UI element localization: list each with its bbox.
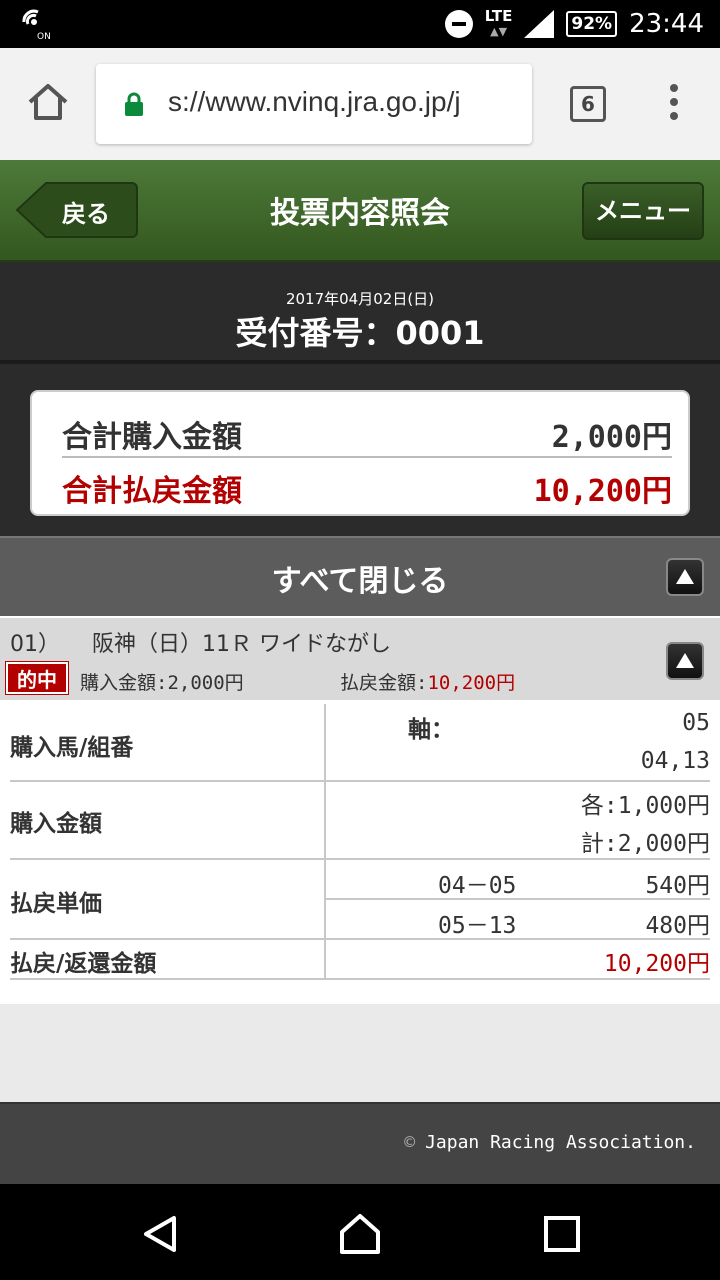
battery-level: 92% (571, 14, 613, 34)
bet-purchase-label: 購入金額: (80, 672, 168, 694)
amount-label: 購入金額 (10, 811, 102, 837)
summary-card: 合計購入金額 2,000円 合計払戻金額 10,200円 (30, 390, 690, 516)
horses-label: 購入馬/組番 (10, 735, 134, 761)
receipt-panel: 2017年04月02日(日) 受付番号：0001 合計購入金額 2,000円 合… (0, 262, 720, 536)
table-row: 払戻単価 04－05 540円 05－13 480円 (10, 860, 710, 940)
bet-race-info: 01） 阪神（日）11Ｒ ワイドながし (10, 626, 391, 658)
total-purchase-value: 2,000円 (551, 420, 672, 455)
axis-value: 05 (682, 710, 710, 736)
unit-combo-2: 05－13 (438, 913, 517, 939)
signal-icon (524, 10, 555, 38)
url-text[interactable]: s://www.nvinq.jra.go.jp/j (168, 86, 461, 118)
svg-text:ON: ON (37, 32, 51, 40)
total-payout-value: 10,200円 (533, 474, 672, 509)
close-all-bar[interactable]: すべて閉じる (0, 536, 720, 616)
page-background (0, 1004, 720, 1102)
status-bar: ON LTE ▲▼ 92% 23:44 (0, 0, 720, 48)
system-nav-bar (0, 1184, 720, 1280)
bet-table: 購入馬/組番 軸： 05 04,13 購入金額 各:1,000円 計:2,000… (10, 704, 710, 980)
axis-label: 軸： (408, 717, 454, 743)
bet-race-name: 阪神（日）11Ｒ ワイドながし (92, 632, 391, 657)
divider (0, 360, 720, 364)
bet-payout-value: 10,200円 (427, 672, 516, 694)
refund-value: 10,200円 (603, 951, 710, 977)
table-row: 購入馬/組番 軸： 05 04,13 (10, 704, 710, 782)
network-type: LTE ▲▼ (484, 7, 513, 39)
copyright-icon: © (404, 1132, 416, 1153)
hit-badge: 的中 (5, 661, 69, 695)
refund-label: 払戻/返還金額 (10, 951, 157, 977)
bet-purchase: 購入金額:2,000円 (80, 668, 244, 695)
total-purchase-row: 合計購入金額 2,000円 (62, 404, 672, 458)
recents-nav-icon[interactable] (540, 1212, 584, 1256)
partner-horses: 04,13 (640, 748, 710, 774)
collapse-bet-button[interactable] (666, 642, 704, 680)
bet-payout: 払戻金額:10,200円 (340, 668, 515, 695)
unit-combo-1: 04－05 (438, 873, 517, 899)
total-payout-row: 合計払戻金額 10,200円 (62, 458, 672, 512)
receipt-date: 2017年04月02日(日) (285, 290, 435, 308)
menu-button[interactable]: メニュー (582, 182, 704, 240)
bet-payout-label: 払戻金額: (340, 672, 428, 694)
bet-purchase-value: 2,000円 (167, 672, 244, 694)
nfc-on-icon: ON (22, 9, 51, 40)
lock-icon (125, 92, 143, 116)
bet-header[interactable]: 01） 阪神（日）11Ｒ ワイドながし 的中 購入金額:2,000円 払戻金額:1… (0, 618, 720, 700)
copyright-text: Japan Racing Association. (425, 1132, 696, 1153)
close-all-label: すべて閉じる (271, 564, 449, 599)
tab-switcher-button[interactable]: 6 (570, 86, 606, 122)
amount-total: 計:2,000円 (580, 831, 710, 857)
clock: 23:44 (629, 9, 704, 39)
battery-icon: 92% (566, 11, 618, 37)
browser-menu-icon[interactable] (666, 84, 682, 124)
total-purchase-label: 合計購入金額 (62, 420, 242, 455)
bet-number: 01） (10, 632, 60, 657)
collapse-all-button[interactable] (666, 558, 704, 596)
receipt-number: 受付番号：0001 (235, 314, 485, 352)
footer: © Japan Racing Association. (0, 1102, 720, 1184)
copyright: © Japan Racing Association. (404, 1132, 696, 1153)
total-payout-label: 合計払戻金額 (62, 474, 242, 509)
address-bar[interactable]: s://www.nvinq.jra.go.jp/j (96, 64, 532, 144)
table-row: 払戻/返還金額 10,200円 (10, 940, 710, 980)
unit-price-label: 払戻単価 (10, 891, 102, 917)
do-not-disturb-icon (444, 10, 473, 38)
browser-toolbar: s://www.nvinq.jra.go.jp/j 6 (0, 48, 720, 160)
unit-price-1: 540円 (645, 873, 710, 899)
table-row: 購入金額 各:1,000円 計:2,000円 (10, 782, 710, 860)
home-icon[interactable] (24, 78, 72, 126)
home-nav-icon[interactable] (338, 1212, 382, 1256)
page-header: 戻る 投票内容照会 メニュー (0, 160, 720, 262)
amount-each: 各:1,000円 (580, 793, 710, 819)
unit-price-2: 480円 (645, 913, 710, 939)
bet-detail: 01） 阪神（日）11Ｒ ワイドながし 的中 購入金額:2,000円 払戻金額:1… (0, 616, 720, 1004)
back-nav-icon[interactable] (138, 1212, 182, 1256)
